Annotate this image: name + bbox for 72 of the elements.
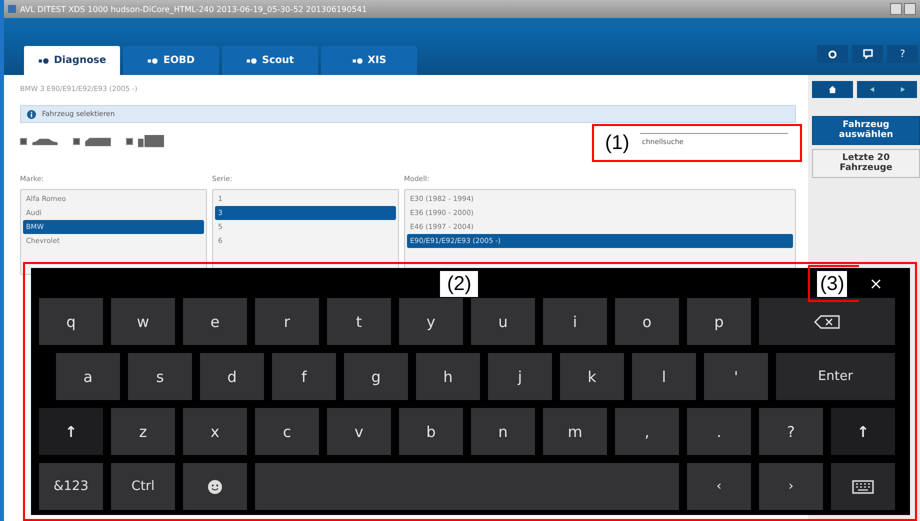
keyboard-key[interactable]: d	[200, 353, 264, 400]
keyboard-key[interactable]: .	[687, 408, 751, 455]
truck-icon	[137, 135, 165, 148]
chat-button[interactable]	[852, 45, 883, 63]
keyboard-key[interactable]: x	[183, 408, 247, 455]
sidebar-button[interactable]: Fahrzeug auswählen	[812, 116, 920, 145]
keyboard-key[interactable]: j	[488, 353, 552, 400]
keyboard-key[interactable]: s	[128, 353, 192, 400]
keyboard-key[interactable]: ↑	[39, 408, 103, 455]
backspace-icon	[814, 314, 840, 328]
keyboard-key[interactable]: m	[543, 408, 607, 455]
maximize-button[interactable]	[904, 3, 916, 15]
keyboard-key[interactable]: u	[471, 298, 535, 345]
keyboard-key[interactable]: Ctrl	[111, 463, 175, 510]
forward-button[interactable]	[887, 81, 917, 98]
keyboard-key[interactable]: n	[471, 408, 535, 455]
keyboard-key[interactable]: ›	[759, 463, 823, 510]
keyboard-key[interactable]: l	[632, 353, 696, 400]
checkbox[interactable]	[20, 138, 27, 145]
keyboard-key[interactable]: e	[183, 298, 247, 345]
minimize-button[interactable]	[890, 3, 902, 15]
keyboard-key[interactable]: v	[327, 408, 391, 455]
home-button[interactable]	[812, 81, 853, 98]
tab[interactable]: XIS	[321, 46, 417, 75]
speech-bubble-icon	[862, 49, 872, 59]
emoji-key[interactable]	[183, 463, 247, 510]
keyboard-key[interactable]: ↑	[831, 408, 895, 455]
tab[interactable]: EOBD	[123, 46, 219, 75]
keyboard-key[interactable]: p	[687, 298, 751, 345]
annotation-label: (2)	[440, 271, 478, 297]
app-icon	[8, 5, 16, 13]
keyboard-key[interactable]: &123	[39, 463, 103, 510]
tab[interactable]: Scout	[222, 46, 318, 75]
sidebar-button[interactable]: Letzte 20 Fahrzeuge	[812, 149, 920, 178]
keyboard-key[interactable]: '	[704, 353, 768, 400]
keyboard-key[interactable]: w	[111, 298, 175, 345]
back-button[interactable]	[857, 81, 887, 98]
keyboard-key[interactable]: q	[39, 298, 103, 345]
keyboard-key[interactable]: Enter	[776, 353, 895, 400]
checkbox[interactable]	[126, 138, 133, 145]
smiley-icon	[208, 480, 222, 494]
annotation-label: (3)	[817, 271, 848, 297]
tab[interactable]: Diagnose	[24, 46, 120, 75]
keyboard-key[interactable]: h	[416, 353, 480, 400]
keyboard-key[interactable]: i	[543, 298, 607, 345]
keyboard-key[interactable]: a	[56, 353, 120, 400]
keyboard-key[interactable]: b	[399, 408, 463, 455]
home-icon	[828, 85, 837, 94]
left-arrow-icon	[870, 87, 874, 92]
keyboard-key[interactable]: k	[560, 353, 624, 400]
window-title: AVL DITEST XDS 1000 hudson-DiCore_HTML-240 2013-06-19_05-30-52 201306190541	[20, 4, 368, 14]
keyboard-key[interactable]: g	[344, 353, 408, 400]
keyboard-key[interactable]: y	[399, 298, 463, 345]
keyboard-key[interactable]: o	[615, 298, 679, 345]
keyboard-key[interactable]: ?	[759, 408, 823, 455]
backspace-key[interactable]	[759, 298, 895, 345]
right-arrow-icon	[900, 87, 904, 92]
help-button[interactable]: ?	[887, 45, 918, 63]
van-icon	[84, 136, 112, 147]
hide-key[interactable]	[831, 463, 895, 510]
checkbox[interactable]	[73, 138, 80, 145]
keyboard-key[interactable]: f	[272, 353, 336, 400]
keyboard-key[interactable]: z	[111, 408, 175, 455]
keyboard-key[interactable]: ,	[615, 408, 679, 455]
keyboard-key[interactable]: t	[327, 298, 391, 345]
keyboard-key[interactable]: c	[255, 408, 319, 455]
keyboard-icon	[852, 480, 874, 494]
settings-button[interactable]	[817, 45, 848, 63]
info-icon	[27, 110, 36, 118]
keyboard-key[interactable]: r	[255, 298, 319, 345]
keyboard-key[interactable]: ‹	[687, 463, 751, 510]
car-icon	[31, 137, 59, 146]
